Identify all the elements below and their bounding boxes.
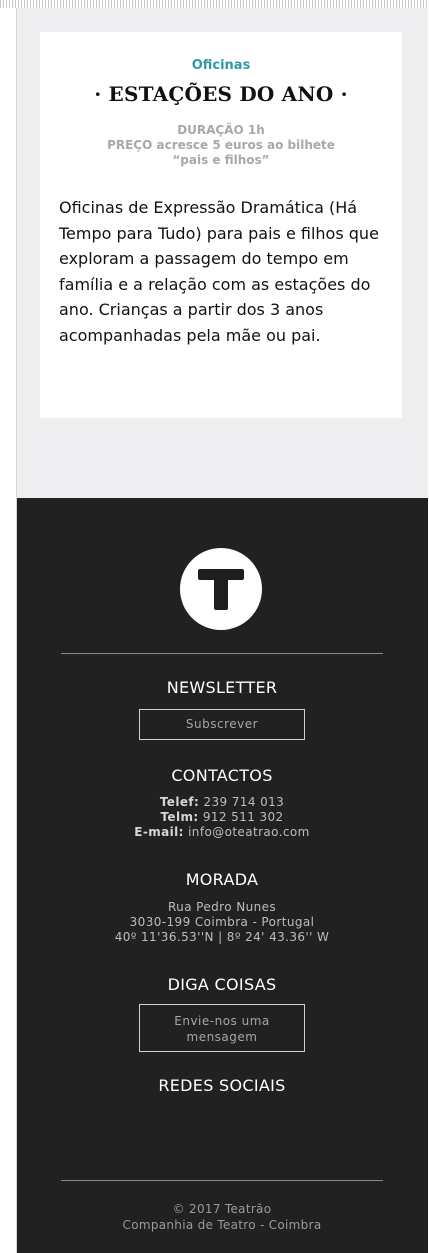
top-ruler [0, 0, 429, 8]
page-frame [16, 8, 429, 1253]
page: Oficinas · ESTAÇÕES DO ANO · DURAÇÃO 1h … [0, 0, 429, 1253]
